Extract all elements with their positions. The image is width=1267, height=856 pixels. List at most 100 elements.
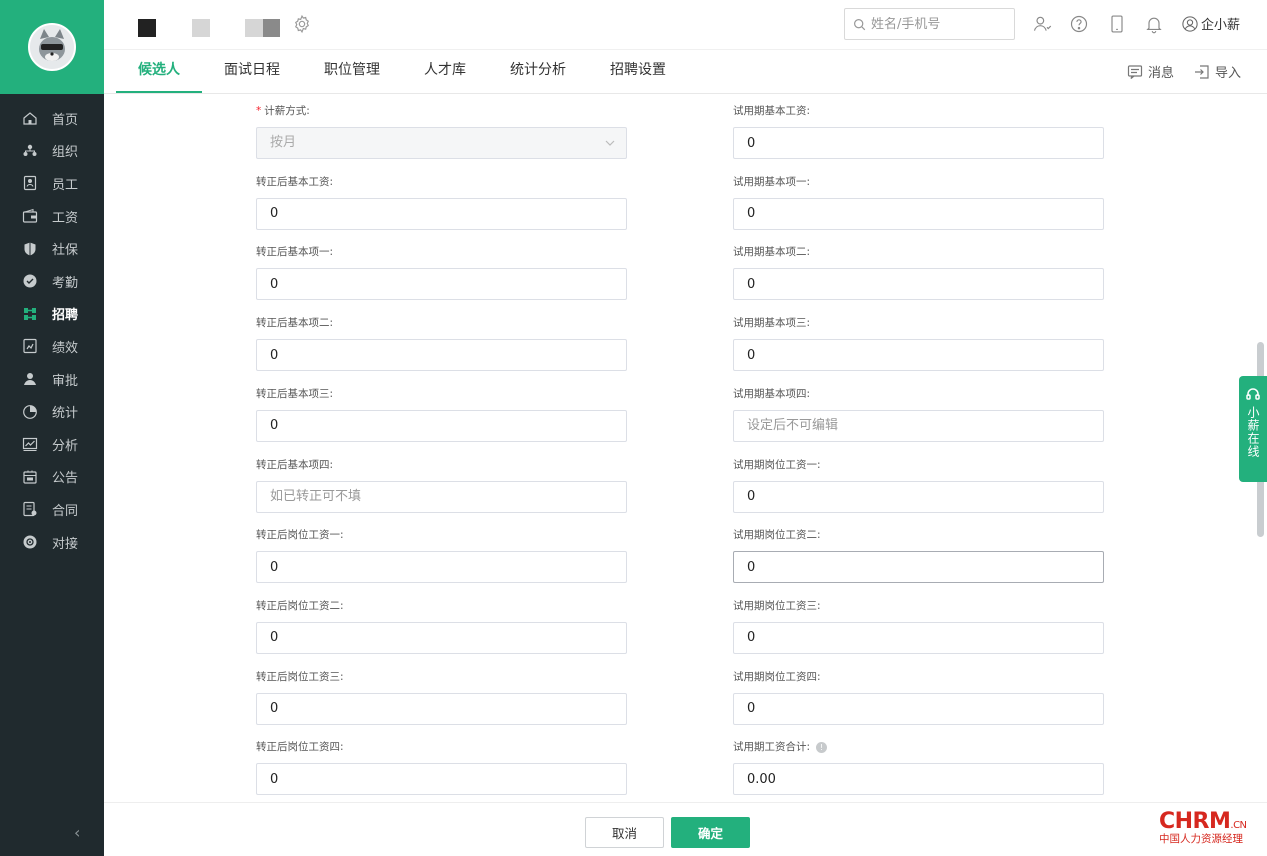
sidebar-item-12[interactable]: 合同 xyxy=(0,493,104,526)
salary-input[interactable] xyxy=(256,551,627,584)
form-field-left-4: 转正后基本项三: xyxy=(256,387,627,442)
org-icon xyxy=(22,143,38,159)
sidebar-item-7[interactable]: 绩效 xyxy=(0,330,104,363)
salary-input[interactable] xyxy=(733,268,1104,301)
salary-input[interactable] xyxy=(256,480,627,513)
wallet-icon xyxy=(22,208,38,224)
field-label-text: 试用期岗位工资三: xyxy=(733,599,821,612)
connect-icon xyxy=(22,534,38,550)
tab-1[interactable]: 面试日程 xyxy=(202,50,302,93)
pay-method-select[interactable]: 按月 xyxy=(256,127,627,159)
tab-4[interactable]: 统计分析 xyxy=(488,50,588,93)
salary-input[interactable] xyxy=(733,127,1104,159)
form-field-right-0: 试用期基本工资: xyxy=(733,104,1104,159)
field-label: * 计薪方式: xyxy=(256,104,627,118)
sidebar-item-13[interactable]: 对接 xyxy=(0,526,104,559)
sidebar-item-label: 绩效 xyxy=(52,340,79,356)
salary-input[interactable] xyxy=(256,409,627,442)
main-tabs: 候选人 面试日程 职位管理 人才库 统计分析 招聘设置 xyxy=(116,50,688,93)
form-field-left-8: 转正后岗位工资三: xyxy=(256,670,627,725)
sidebar-item-6[interactable]: 招聘 xyxy=(0,298,104,331)
field-label-text: 试用期岗位工资一: xyxy=(733,458,821,471)
message-button[interactable]: 消息 xyxy=(1127,62,1174,81)
salary-input[interactable] xyxy=(256,339,627,372)
header-top-bar: 企小薪 xyxy=(104,0,1267,50)
form-field-left-0: * 计薪方式: 按月 xyxy=(256,104,627,159)
collapse-sidebar-button[interactable]: ‹ xyxy=(74,823,80,842)
field-label-text: 转正后基本项二: xyxy=(256,317,334,330)
user-menu[interactable]: 企小薪 xyxy=(1181,14,1240,33)
salary-input[interactable] xyxy=(256,621,627,654)
chat-label: 小薪在线 xyxy=(1246,406,1260,458)
sidebar-item-10[interactable]: 分析 xyxy=(0,428,104,461)
field-label-text: 试用期基本项三: xyxy=(733,317,811,330)
sidebar-item-label: 分析 xyxy=(52,438,79,454)
person-add-icon[interactable] xyxy=(1032,14,1052,34)
salary-input[interactable] xyxy=(733,197,1104,230)
form-field-left-1: 转正后基本工资: xyxy=(256,175,627,230)
salary-input[interactable] xyxy=(256,763,627,796)
sidebar-item-3[interactable]: 工资 xyxy=(0,200,104,233)
sidebar-item-4[interactable]: 社保 xyxy=(0,232,104,265)
sidebar-item-1[interactable]: 组织 xyxy=(0,135,104,168)
help-icon[interactable] xyxy=(1069,14,1089,34)
sidebar-item-label: 员工 xyxy=(52,177,79,193)
confirm-button[interactable]: 确定 xyxy=(671,817,750,848)
tab-3[interactable]: 人才库 xyxy=(402,50,488,93)
required-mark: * xyxy=(256,105,262,117)
mobile-icon[interactable] xyxy=(1107,14,1127,34)
salary-input[interactable] xyxy=(256,197,627,230)
sidebar-item-label: 对接 xyxy=(52,536,79,552)
sidebar-item-9[interactable]: 统计 xyxy=(0,395,104,428)
tab-2[interactable]: 职位管理 xyxy=(302,50,402,93)
chevron-down-icon xyxy=(605,140,615,146)
sidebar-item-11[interactable]: 公告 xyxy=(0,461,104,494)
form-field-right-8: 试用期岗位工资四: xyxy=(733,670,1104,725)
sidebar: 首页组织员工工资社保考勤招聘绩效审批 统计分析公告 合同对接 ‹ xyxy=(0,0,104,856)
field-label-text: 试用期基本工资: xyxy=(733,105,811,117)
search-box[interactable] xyxy=(844,8,1015,40)
avatar[interactable] xyxy=(28,23,76,71)
form-field-left-7: 转正后岗位工资二: xyxy=(256,599,627,654)
salary-input[interactable] xyxy=(733,339,1104,372)
gear-icon[interactable] xyxy=(292,14,312,34)
info-icon[interactable]: ! xyxy=(816,741,828,753)
cancel-button[interactable]: 取消 xyxy=(585,817,664,848)
online-chat-button[interactable]: 小薪在线 xyxy=(1239,376,1267,482)
sidebar-item-label: 招聘 xyxy=(52,308,79,324)
field-label: 试用期岗位工资三: xyxy=(733,599,1104,613)
field-label-text: 转正后岗位工资二: xyxy=(256,599,344,612)
message-label: 消息 xyxy=(1147,66,1174,81)
company-logo xyxy=(138,19,280,37)
tab-0[interactable]: 候选人 xyxy=(116,50,202,93)
salary-input[interactable] xyxy=(733,409,1104,442)
sidebar-item-2[interactable]: 员工 xyxy=(0,167,104,200)
shield-icon xyxy=(22,241,38,257)
sidebar-item-0[interactable]: 首页 xyxy=(0,102,104,135)
search-input[interactable] xyxy=(871,16,1011,32)
import-button[interactable]: 导入 xyxy=(1194,62,1241,81)
field-label-text: 转正后岗位工资四: xyxy=(256,741,344,754)
salary-input[interactable] xyxy=(733,480,1104,513)
salary-input[interactable] xyxy=(733,551,1104,584)
tab-5[interactable]: 招聘设置 xyxy=(588,50,688,93)
sidebar-item-label: 考勤 xyxy=(52,275,79,291)
sidebar-item-label: 工资 xyxy=(52,210,79,226)
form-field-right-5: 试用期岗位工资一: xyxy=(733,458,1104,513)
pie-chart-icon xyxy=(22,404,38,420)
salary-input[interactable] xyxy=(256,268,627,301)
sidebar-item-label: 首页 xyxy=(52,112,79,128)
sidebar-item-5[interactable]: 考勤 xyxy=(0,265,104,298)
field-label: 试用期岗位工资四: xyxy=(733,670,1104,684)
field-label: 试用期基本工资: xyxy=(733,104,1104,118)
salary-input[interactable] xyxy=(256,692,627,725)
sidebar-item-label: 社保 xyxy=(52,243,79,259)
salary-input[interactable] xyxy=(733,621,1104,654)
headset-icon xyxy=(1246,388,1260,400)
salary-input[interactable] xyxy=(733,763,1104,796)
bell-icon[interactable] xyxy=(1144,14,1164,34)
salary-input[interactable] xyxy=(733,692,1104,725)
sidebar-item-8[interactable]: 审批 xyxy=(0,363,104,396)
field-label-text: 试用期基本项四: xyxy=(733,387,811,400)
import-icon xyxy=(1194,64,1209,79)
